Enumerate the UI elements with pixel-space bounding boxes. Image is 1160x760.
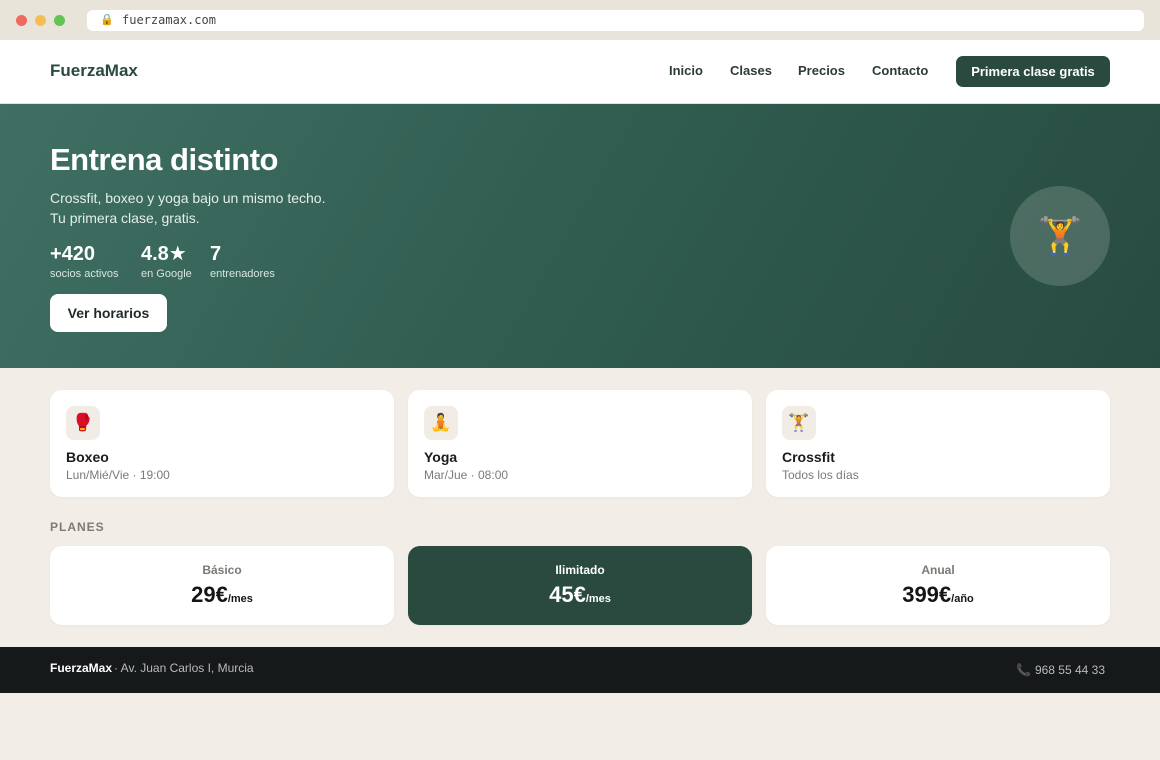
plan-price-amount: 29€ [191, 582, 228, 607]
class-name: Boxeo [66, 449, 109, 465]
plan-price-period: /mes [227, 593, 253, 605]
plan-price-period: /mes [585, 593, 611, 605]
plan-price: 29€/mes [50, 582, 394, 608]
plan-price-amount: 45€ [549, 582, 586, 607]
stat-value: +420 [50, 243, 96, 265]
nav-link-precios[interactable]: Precios [798, 63, 845, 78]
class-name: Crossfit [782, 449, 835, 465]
url-text: fuerzamax.com [122, 13, 216, 27]
plan-card-basico[interactable]: Básico 29€/mes [50, 546, 394, 625]
plan-price-period: /año [951, 593, 974, 605]
nav-link-contacto[interactable]: Contacto [872, 63, 928, 78]
hero-subtitle-line-1: Crossfit, boxeo y yoga bajo un mismo tec… [50, 190, 326, 206]
footer-phone-number: 968 55 44 33 [1034, 663, 1106, 677]
stat-trainers: 7 entrenadores [210, 242, 275, 281]
class-card-yoga[interactable]: 🧘 Yoga Mar/Jue · 08:00 [408, 390, 752, 497]
nav-link-clases[interactable]: Clases [730, 63, 772, 78]
view-schedule-button[interactable]: Ver horarios [50, 294, 167, 332]
lock-icon: 🔒 [100, 14, 114, 26]
window-minimize-button[interactable] [35, 15, 46, 26]
hero-illustration: 🏋️ [1010, 186, 1110, 286]
site-header: FuerzaMax Inicio Clases Precios Contacto… [0, 40, 1160, 104]
window-zoom-button[interactable] [54, 15, 65, 26]
plan-price: 399€/año [766, 582, 1110, 608]
plan-name: Básico [202, 563, 242, 577]
plan-price: 45€/mes [408, 582, 752, 608]
stat-label: en Google [141, 268, 192, 280]
brand-logo[interactable]: FuerzaMax [50, 61, 138, 81]
class-card-boxeo[interactable]: 🥊 Boxeo Lun/Mié/Vie · 19:00 [50, 390, 394, 497]
class-schedule: Lun/Mié/Vie · 19:00 [66, 468, 170, 482]
class-schedule: Mar/Jue · 08:00 [424, 468, 509, 482]
browser-chrome: 🔒 fuerzamax.com [0, 0, 1160, 40]
site-footer: FuerzaMax · Av. Juan Carlos I, Murcia 📞 9… [0, 647, 1160, 693]
plan-card-anual[interactable]: Anual 399€/año [766, 546, 1110, 625]
class-name: Yoga [424, 449, 458, 465]
footer-brand: FuerzaMax [50, 661, 113, 675]
weightlifter-icon: 🏋️ [1037, 215, 1083, 256]
hero-subtitle-line-2: Tu primera clase, gratis. [50, 210, 200, 226]
plan-name: Anual [921, 563, 955, 577]
class-schedule: Todos los días [782, 468, 859, 482]
stat-rating: 4.8★ en Google [141, 242, 192, 281]
stat-label: socios activos [50, 268, 119, 280]
hero-section: Entrena distinto Crossfit, boxeo y yoga … [0, 104, 1160, 368]
nav-link-inicio[interactable]: Inicio [669, 63, 703, 78]
plan-name: Ilimitado [555, 563, 605, 577]
plan-card-ilimitado[interactable]: Ilimitado 45€/mes [408, 546, 752, 625]
stat-members: +420 socios activos [50, 242, 118, 281]
phone-icon: 📞 [1016, 663, 1031, 677]
footer-phone-link[interactable]: 📞 968 55 44 33 [1016, 663, 1105, 677]
address-bar[interactable]: 🔒 fuerzamax.com [87, 10, 1144, 31]
weightlifter-icon: 🏋️ [782, 406, 816, 440]
free-class-button[interactable]: Primera clase gratis [956, 56, 1110, 87]
yoga-icon: 🧘 [424, 406, 458, 440]
class-card-crossfit[interactable]: 🏋️ Crossfit Todos los días [766, 390, 1110, 497]
hero-title: Entrena distinto [50, 142, 278, 177]
stat-value: 7 [210, 243, 222, 265]
stat-value: 4.8★ [141, 243, 187, 265]
plans-heading: PLANES [50, 520, 105, 534]
footer-address: · Av. Juan Carlos I, Murcia [114, 661, 254, 675]
boxing-glove-icon: 🥊 [66, 406, 100, 440]
window-close-button[interactable] [16, 15, 27, 26]
stat-label: entrenadores [210, 268, 275, 280]
plan-price-amount: 399€ [902, 582, 952, 607]
hero-subtitle: Crossfit, boxeo y yoga bajo un mismo tec… [50, 188, 325, 228]
